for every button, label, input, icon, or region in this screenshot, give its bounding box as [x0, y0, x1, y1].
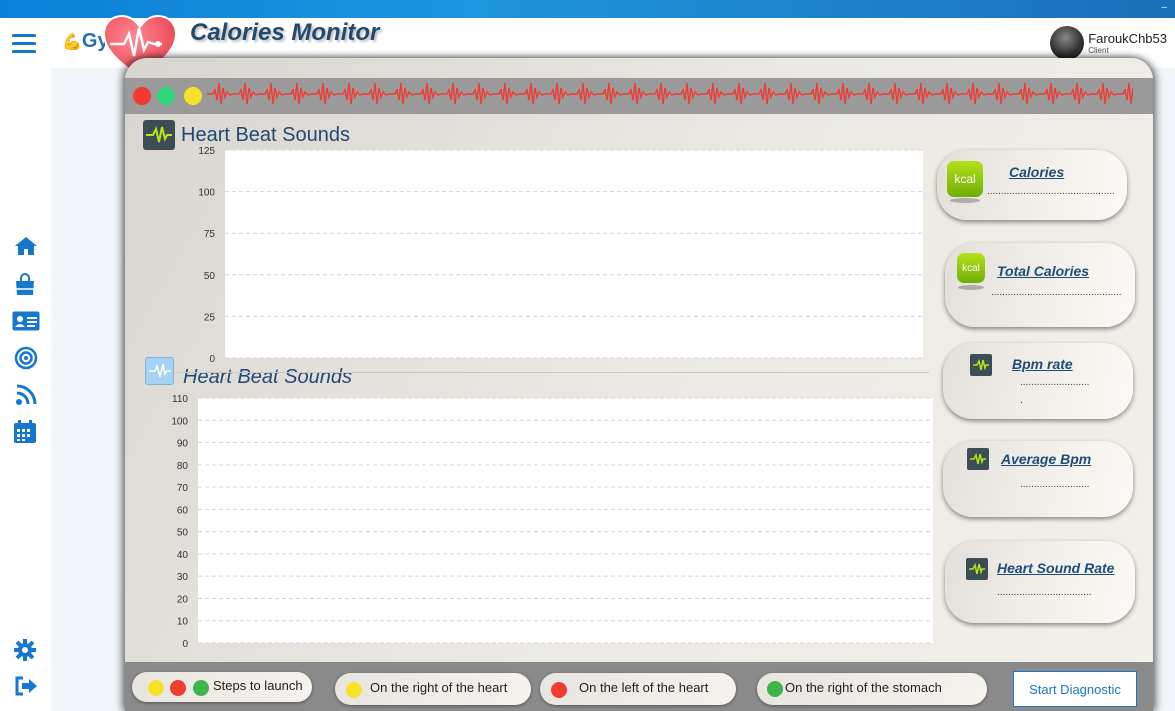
target-icon[interactable]: [14, 346, 38, 370]
y-tick-label: 10: [177, 617, 189, 628]
legend-steps: Steps to launch: [132, 672, 312, 702]
average-bpm-card: Average Bpm .........................: [943, 441, 1133, 517]
legend-right-stomach: On the right of the stomach: [757, 673, 987, 705]
user-name: FaroukChb53: [1088, 31, 1167, 46]
red-dot: [551, 682, 567, 698]
heart-beat-chart-2: 0 10 20 30 40 50 60 70 80 90 100 110: [171, 394, 933, 650]
kcal-icon-shadow: [950, 198, 980, 203]
avatar[interactable]: [1050, 26, 1085, 60]
bpm-rate-label: Bpm rate: [1012, 356, 1073, 372]
pulse-icon: [970, 354, 992, 376]
yellow-dot: [346, 682, 362, 698]
ecg-wave-line: [207, 82, 1133, 105]
calories-card: kcal Calories ..........................…: [937, 150, 1127, 220]
y-tick-label: 125: [198, 146, 215, 157]
settings-icon[interactable]: [14, 639, 36, 661]
y-tick-label: 60: [177, 505, 189, 516]
y-tick-label: 100: [198, 188, 215, 199]
y-tick-label: 75: [204, 229, 216, 240]
green-dot: [767, 681, 783, 697]
y-tick-label: 110: [172, 394, 188, 405]
heart-sound-rate-value: ..................................: [997, 587, 1092, 598]
bpm-rate-card: Bpm rate ......................... .: [943, 343, 1133, 419]
kcal-icon: kcal: [957, 253, 985, 283]
logout-icon[interactable]: [14, 676, 38, 696]
heart-sound-rate-card: Heart Sound Rate .......................…: [945, 541, 1135, 623]
calories-label: Calories: [1009, 164, 1065, 180]
bpm-rate-value-2: .: [1020, 395, 1023, 406]
ecg-wave-graphic: [207, 82, 1133, 105]
y-tick-label: 30: [177, 572, 189, 583]
chart-divider: [177, 372, 929, 373]
plot-area: [198, 398, 933, 643]
heart-beat-chart-1: 0 25 50 75 100 125: [198, 146, 923, 364]
start-diagnostic-button[interactable]: Start Diagnostic: [1013, 671, 1137, 707]
bpm-rate-value: .........................: [1020, 377, 1090, 388]
legend-right-heart: On the right of the heart: [335, 673, 531, 705]
window-dot-green[interactable]: [157, 87, 175, 105]
pulse-icon: [145, 357, 174, 385]
green-dot: [193, 680, 209, 696]
app-logo-icon: 💪: [62, 34, 82, 51]
y-tick-label: 20: [177, 594, 189, 605]
y-tick-label: 40: [177, 550, 189, 561]
calories-value: ........................................…: [987, 186, 1115, 197]
y-tick-label: 25: [204, 312, 216, 323]
legend-left-heart-text: On the left of the heart: [579, 680, 709, 695]
y-tick-label: 50: [204, 271, 216, 282]
window-dot-red[interactable]: [133, 87, 151, 105]
pulse-icon: [143, 120, 175, 150]
pulse-icon: [966, 558, 988, 580]
page-title: Calories Monitor: [190, 19, 380, 46]
y-tick-label: 80: [177, 461, 189, 472]
y-tick-label: 100: [171, 416, 188, 427]
pulse-icon: [967, 448, 989, 470]
legend-left-heart: On the left of the heart: [540, 673, 736, 705]
total-calories-value: ........................................…: [991, 287, 1122, 298]
user-role: Client: [1088, 46, 1109, 55]
legend-bar: Steps to launch On the right of the hear…: [125, 662, 1153, 711]
calendar-icon[interactable]: [13, 420, 37, 444]
y-tick-label: 70: [177, 483, 189, 494]
y-tick-label: 50: [177, 528, 189, 539]
kcal-icon: kcal: [947, 161, 983, 197]
shop-bag-icon[interactable]: [13, 272, 37, 296]
total-calories-label: Total Calories: [997, 263, 1090, 279]
monitor-panel: Heart Beat Sounds 0 25 50 75 100 125 Heart Be…: [125, 58, 1153, 711]
total-calories-card: kcal Total Calories ....................…: [945, 243, 1135, 327]
y-tick-label: 0: [209, 354, 215, 364]
menu-icon[interactable]: [12, 34, 36, 54]
legend-steps-text: Steps to launch: [213, 678, 303, 693]
average-bpm-label: Average Bpm: [1001, 451, 1092, 467]
kcal-icon-shadow: [958, 285, 984, 290]
heart-sound-rate-label: Heart Sound Rate: [997, 560, 1115, 576]
home-icon[interactable]: [14, 236, 38, 256]
user-profile[interactable]: FaroukChb53 Client: [1050, 26, 1167, 60]
window-dot-yellow[interactable]: [184, 87, 202, 105]
minimize-icon[interactable]: –: [1161, 2, 1167, 13]
average-bpm-value: .........................: [1020, 479, 1090, 490]
chart-title-2: Heart Beat Sounds: [183, 366, 352, 388]
red-dot: [170, 680, 186, 696]
plot-area: [225, 150, 923, 358]
legend-right-stomach-text: On the right of the stomach: [785, 680, 942, 695]
y-tick-label: 90: [177, 439, 189, 450]
y-tick-label: 0: [182, 639, 188, 650]
rss-icon[interactable]: [15, 384, 37, 406]
yellow-dot: [148, 680, 164, 696]
id-card-icon[interactable]: [12, 311, 40, 331]
panel-header: [125, 78, 1153, 114]
legend-right-heart-text: On the right of the heart: [370, 680, 508, 695]
